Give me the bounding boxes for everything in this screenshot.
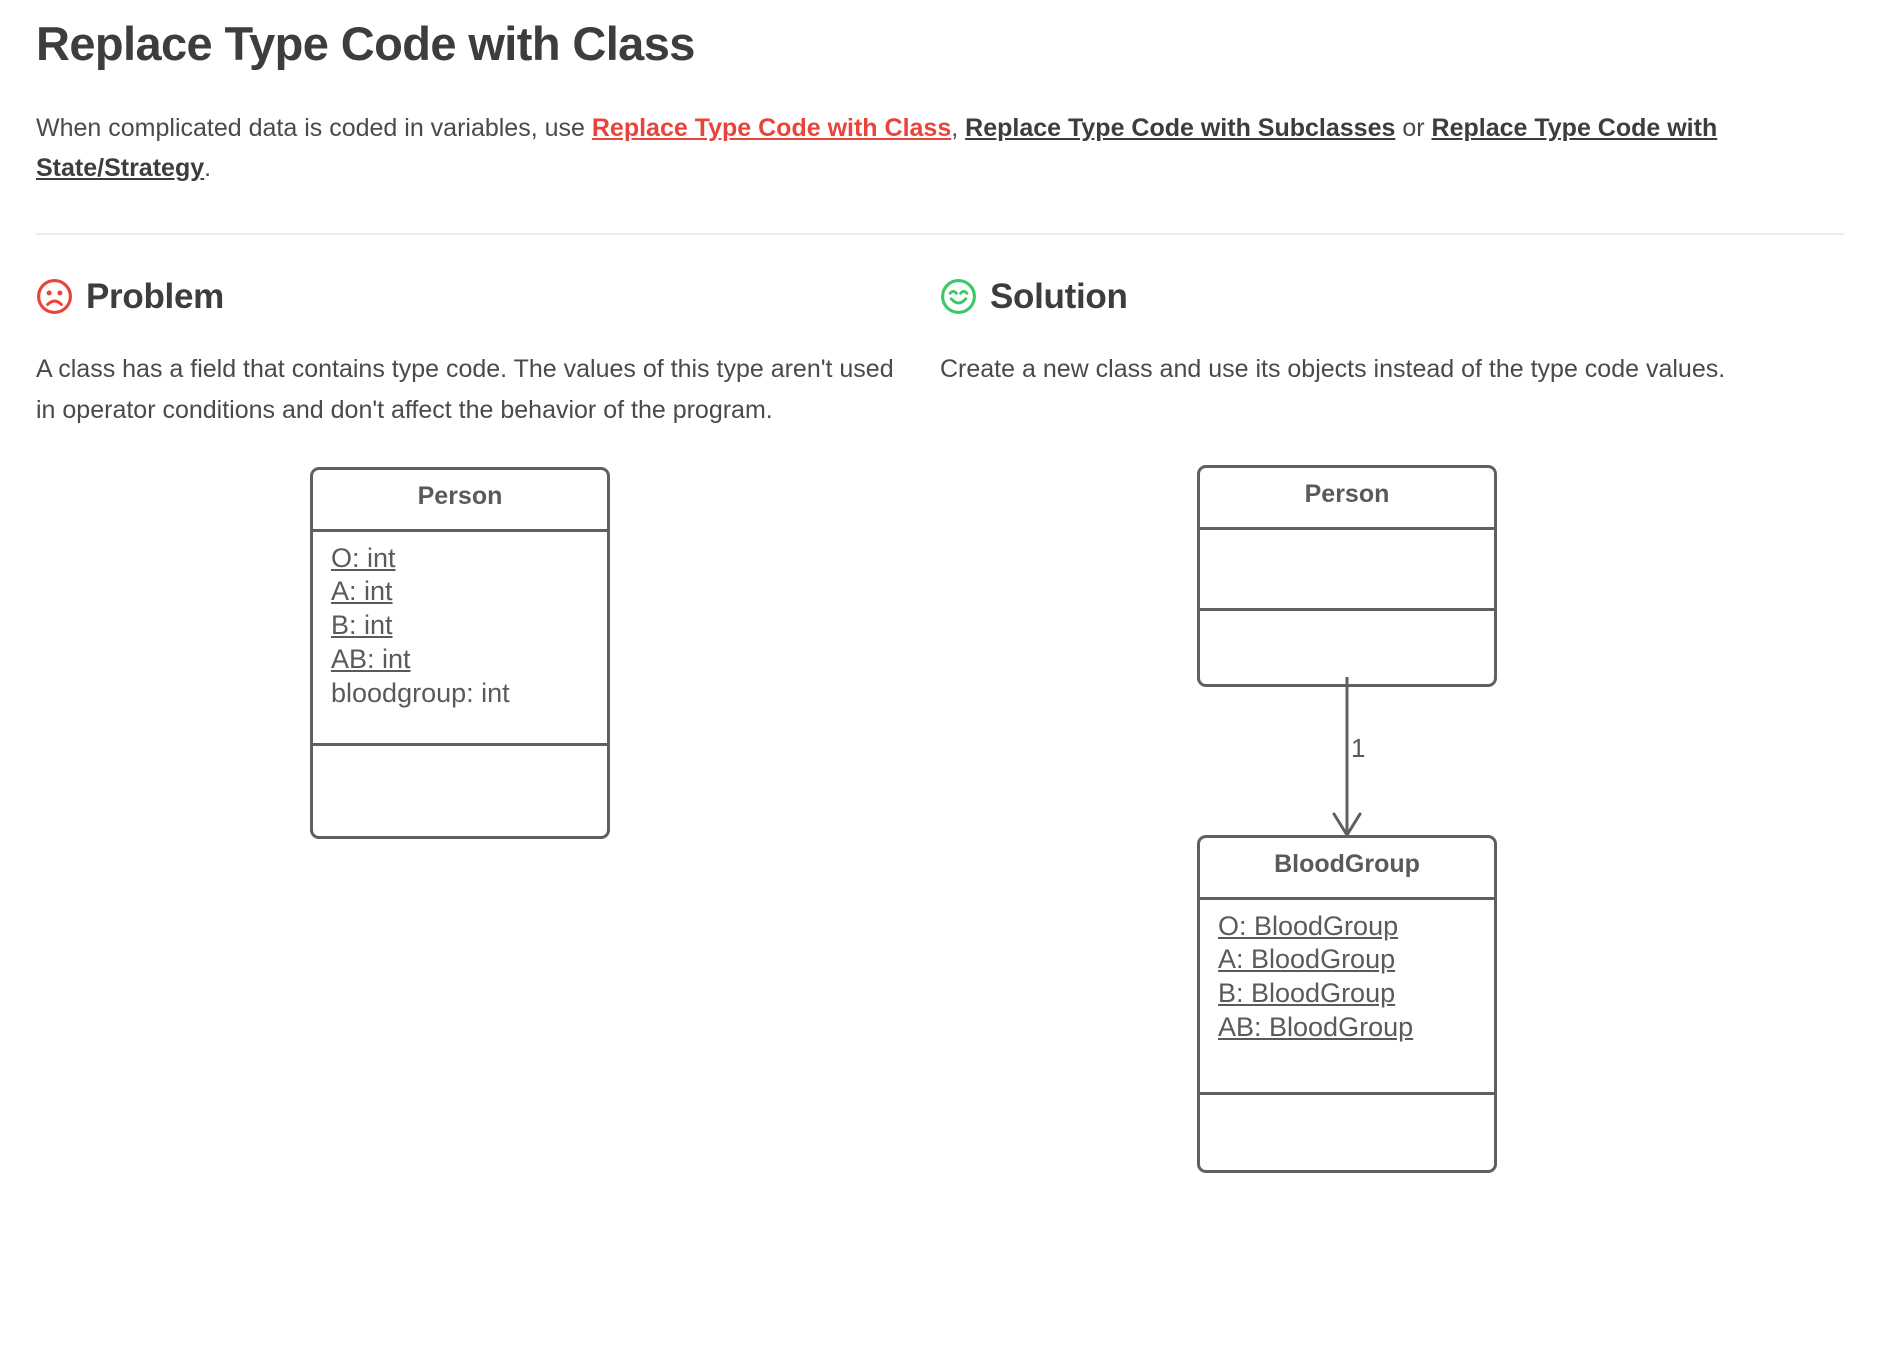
- intro-sep-1: ,: [951, 113, 966, 142]
- uml-class-name: BloodGroup: [1200, 838, 1494, 900]
- association-multiplicity-label: 1: [1351, 732, 1366, 763]
- uml-attribute: O: int: [331, 542, 396, 573]
- uml-attribute: B: int: [331, 610, 393, 641]
- solution-body: Create a new class and use its objects i…: [940, 354, 1726, 383]
- intro-paragraph: When complicated data is coded in variab…: [36, 108, 1844, 189]
- problem-heading: Problem: [36, 271, 940, 323]
- uml-attribute: A: int: [331, 576, 393, 607]
- uml-class-name: Person: [1200, 468, 1494, 530]
- uml-attributes-compartment: [1200, 530, 1494, 611]
- solution-title: Solution: [990, 276, 1128, 316]
- uml-class-person-problem: Person O: int A: int B: int AB: int bloo…: [310, 466, 610, 839]
- happy-face-icon: [940, 278, 977, 315]
- uml-attributes-compartment: O: int A: int B: int AB: int bloodgroup:…: [313, 532, 607, 746]
- uml-class-bloodgroup: BloodGroup O: BloodGroup A: BloodGroup B…: [1197, 834, 1497, 1173]
- uml-attribute: A: BloodGroup: [1218, 944, 1396, 975]
- uml-attribute: AB: int: [331, 643, 411, 674]
- intro-tail: .: [204, 154, 212, 183]
- link-replace-type-code-with-class[interactable]: Replace Type Code with Class: [592, 114, 951, 142]
- problem-diagram: Person O: int A: int B: int AB: int bloo…: [36, 457, 940, 877]
- uml-attribute: bloodgroup: int: [331, 677, 510, 708]
- link-replace-type-code-with-subclasses[interactable]: Replace Type Code with Subclasses: [965, 114, 1395, 142]
- problem-column: Problem A class has a field that contain…: [36, 271, 940, 1215]
- uml-operations-compartment: [313, 746, 607, 817]
- uml-attribute: AB: BloodGroup: [1218, 1011, 1414, 1042]
- uml-attribute: O: BloodGroup: [1218, 910, 1399, 941]
- content-columns: Problem A class has a field that contain…: [36, 271, 1844, 1215]
- problem-title: Problem: [86, 276, 224, 316]
- solution-heading: Solution: [940, 271, 1844, 323]
- uml-class-name: Person: [313, 470, 607, 532]
- uml-operations-compartment: [1200, 611, 1494, 684]
- uml-association-arrow: [1332, 676, 1362, 838]
- uml-attribute: B: BloodGroup: [1218, 978, 1396, 1009]
- uml-attributes-compartment: O: BloodGroup A: BloodGroup B: BloodGrou…: [1200, 900, 1494, 1095]
- sad-face-icon: [36, 278, 73, 315]
- page-root: Replace Type Code with Class When compli…: [0, 0, 1880, 1354]
- page-title: Replace Type Code with Class: [36, 17, 695, 70]
- section-divider: [36, 232, 1844, 235]
- solution-diagram: Person 1 BloodGroup O: BloodGroup A: Blo…: [940, 455, 1844, 1215]
- problem-body: A class has a field that contains type c…: [36, 354, 894, 424]
- intro-lead: When complicated data is coded in variab…: [36, 113, 592, 142]
- uml-class-person-solution: Person: [1197, 464, 1497, 687]
- intro-sep-2: or: [1395, 113, 1432, 142]
- solution-column: Solution Create a new class and use its …: [940, 271, 1844, 1215]
- uml-operations-compartment: [1200, 1095, 1494, 1166]
